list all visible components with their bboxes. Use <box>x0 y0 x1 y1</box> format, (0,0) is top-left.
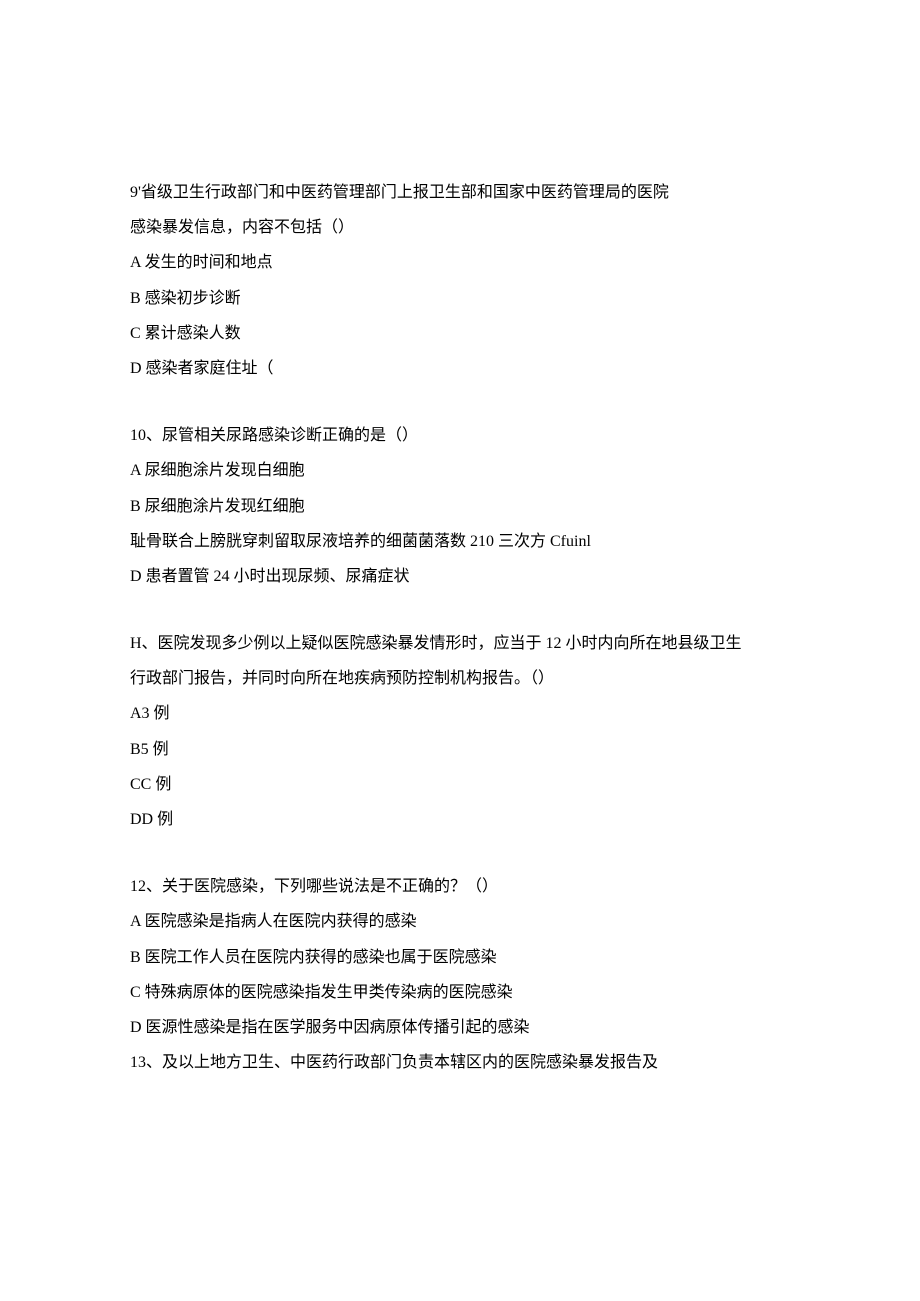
question-stem-line: H、医院发现多少例以上疑似医院感染暴发情形时，应当于 12 小时内向所在地县级卫… <box>130 626 790 661</box>
question-option: C 特殊病原体的医院感染指发生甲类传染病的医院感染 <box>130 975 790 1010</box>
question-option: CC 例 <box>130 767 790 802</box>
question-option: A3 例 <box>130 696 790 731</box>
question-option: B5 例 <box>130 732 790 767</box>
question-option: C 累计感染人数 <box>130 316 790 351</box>
question-option: A 发生的时间和地点 <box>130 245 790 280</box>
question-stem-line: 感染暴发信息，内容不包括（） <box>130 210 790 245</box>
question-stem-line: 13、及以上地方卫生、中医药行政部门负责本辖区内的医院感染暴发报告及 <box>130 1045 790 1080</box>
document-content: 9'省级卫生行政部门和中医药管理部门上报卫生部和国家中医药管理局的医院 感染暴发… <box>130 175 790 1080</box>
question-9: 9'省级卫生行政部门和中医药管理部门上报卫生部和国家中医药管理局的医院 感染暴发… <box>130 175 790 386</box>
question-option: A 医院感染是指病人在医院内获得的感染 <box>130 904 790 939</box>
question-option: D 医源性感染是指在医学服务中因病原体传播引起的感染 <box>130 1010 790 1045</box>
question-stem-line: 行政部门报告，并同时向所在地疾病预防控制机构报告。（） <box>130 661 790 696</box>
question-12: 12、关于医院感染，下列哪些说法是不正确的？（） A 医院感染是指病人在医院内获… <box>130 869 790 1080</box>
question-option: 耻骨联合上膀胱穿刺留取尿液培养的细菌菌落数 210 三次方 Cfuinl <box>130 524 790 559</box>
question-h: H、医院发现多少例以上疑似医院感染暴发情形时，应当于 12 小时内向所在地县级卫… <box>130 626 790 837</box>
question-stem-line: 9'省级卫生行政部门和中医药管理部门上报卫生部和国家中医药管理局的医院 <box>130 175 790 210</box>
question-stem-line: 12、关于医院感染，下列哪些说法是不正确的？（） <box>130 869 790 904</box>
question-option: B 尿细胞涂片发现红细胞 <box>130 489 790 524</box>
question-10: 10、尿管相关尿路感染诊断正确的是（） A 尿细胞涂片发现白细胞 B 尿细胞涂片… <box>130 418 790 594</box>
question-option: D 患者置管 24 小时出现尿频、尿痛症状 <box>130 559 790 594</box>
question-option: A 尿细胞涂片发现白细胞 <box>130 453 790 488</box>
question-option: B 医院工作人员在医院内获得的感染也属于医院感染 <box>130 940 790 975</box>
question-option: DD 例 <box>130 802 790 837</box>
question-stem-line: 10、尿管相关尿路感染诊断正确的是（） <box>130 418 790 453</box>
question-option: B 感染初步诊断 <box>130 281 790 316</box>
question-option: D 感染者家庭住址（ <box>130 351 790 386</box>
